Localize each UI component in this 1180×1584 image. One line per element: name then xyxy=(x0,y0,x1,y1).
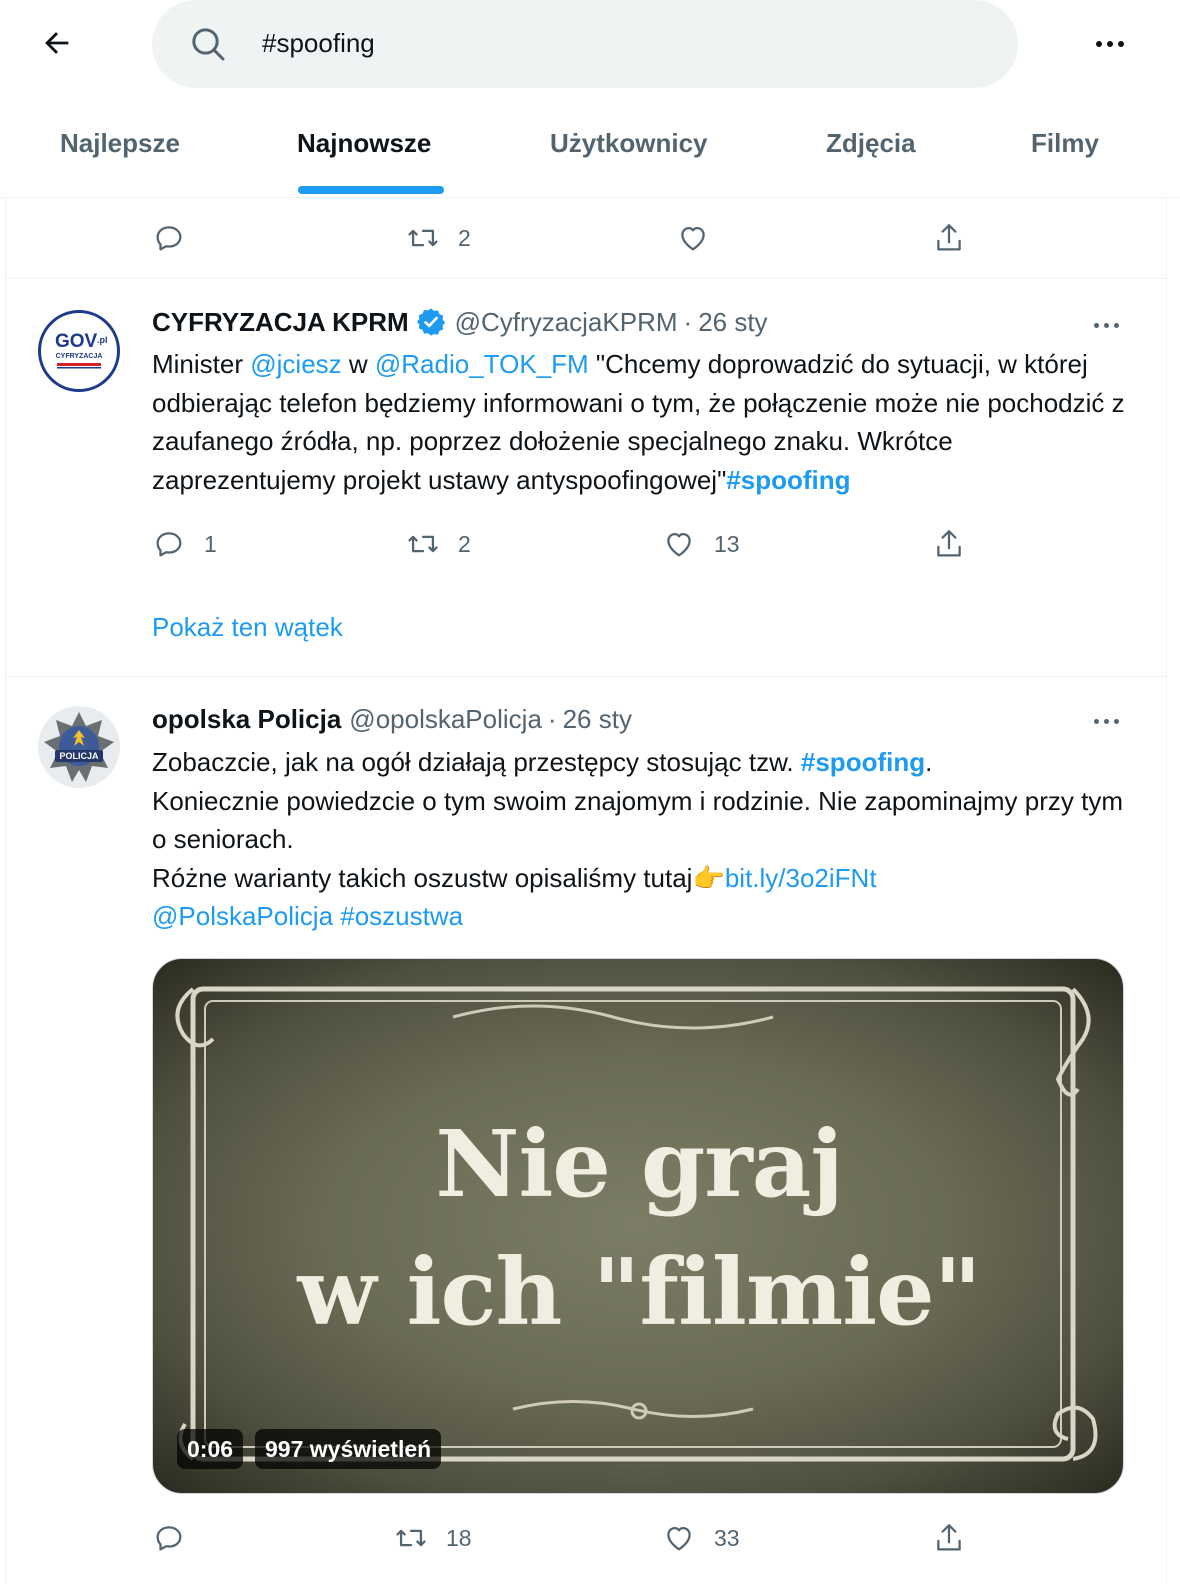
share-button[interactable] xyxy=(932,1516,966,1560)
reply-button[interactable] xyxy=(152,1516,186,1560)
share-button[interactable] xyxy=(932,216,966,260)
retweet-icon xyxy=(396,1529,426,1547)
svg-text:GOV: GOV xyxy=(55,331,98,352)
verified-badge-icon xyxy=(416,308,445,336)
police-star-logo: POLICJA xyxy=(44,712,114,782)
reply-icon xyxy=(156,226,182,251)
active-tab-indicator xyxy=(298,186,444,194)
hashtag-link[interactable]: #spoofing xyxy=(726,465,850,495)
separator: · xyxy=(683,306,693,337)
share-button[interactable] xyxy=(932,522,966,566)
share-icon xyxy=(937,1524,961,1551)
tweet-more-button[interactable] xyxy=(1086,310,1126,340)
search-header: Najlepsze Najnowsze Użytkownicy Zdjęcia … xyxy=(0,0,1180,198)
tweet-divider xyxy=(5,278,1167,279)
tweet-text: Minister @jciesz w @Radio_TOK_FM "Chcemy… xyxy=(152,349,1125,495)
search-input[interactable] xyxy=(262,22,962,64)
url-link[interactable]: bit.ly/3o2iFNt xyxy=(725,863,877,893)
author-name[interactable]: CYFRYZACJA KPRM xyxy=(152,307,409,338)
tweet-more-button[interactable] xyxy=(1086,706,1126,736)
video-views: 997 wyświetleń xyxy=(255,1429,442,1469)
like-button[interactable]: 33 xyxy=(662,1516,740,1560)
like-button[interactable] xyxy=(676,216,710,260)
search-icon xyxy=(192,28,225,61)
retweet-button[interactable]: 2 xyxy=(406,522,471,566)
tweet-actions: 2 xyxy=(0,216,1180,260)
video-duration: 0:06 xyxy=(177,1429,244,1469)
hashtag-link[interactable]: #spoofing xyxy=(801,747,925,777)
like-count: 33 xyxy=(714,1524,740,1551)
heart-icon xyxy=(667,532,691,557)
reply-count: 1 xyxy=(204,530,217,557)
back-button[interactable] xyxy=(36,22,78,64)
avatar-opolska-policja[interactable]: POLICJA xyxy=(38,706,120,788)
like-count: 13 xyxy=(714,530,740,557)
tab-filmy[interactable]: Filmy xyxy=(1031,116,1099,198)
hashtag-link[interactable]: #oszustwa xyxy=(340,901,463,931)
more-icon xyxy=(1093,322,1119,328)
mention-link[interactable]: @Radio_TOK_FM xyxy=(375,349,589,379)
retweet-count: 18 xyxy=(446,1524,472,1551)
heart-icon xyxy=(681,226,705,251)
reply-button[interactable] xyxy=(152,216,186,260)
like-button[interactable]: 13 xyxy=(662,522,740,566)
svg-text:POLICJA: POLICJA xyxy=(59,751,99,761)
more-icon xyxy=(1093,718,1119,724)
tweet-divider xyxy=(5,676,1167,677)
video-player[interactable]: Nie graj w ich "filmie" 0:06 997 wyświet… xyxy=(152,958,1124,1494)
reply-button[interactable]: 1 xyxy=(152,522,217,566)
tab-najlepsze[interactable]: Najlepsze xyxy=(60,116,180,198)
share-icon xyxy=(937,224,961,251)
separator: · xyxy=(547,704,557,734)
search-tabs: Najlepsze Najnowsze Użytkownicy Zdjęcia … xyxy=(0,116,1180,198)
tweet-text: Zobaczcie, jak na ogół działają przestęp… xyxy=(152,747,1124,931)
tweet-actions: 1 2 13 xyxy=(0,522,1180,566)
retweet-button[interactable]: 2 xyxy=(406,216,471,260)
svg-text:CYFRYZACJA: CYFRYZACJA xyxy=(56,353,103,360)
more-options-button[interactable] xyxy=(1088,24,1132,64)
tweet-header: opolska Policja @opolskaPolicja · 26 sty xyxy=(152,704,632,735)
avatar-cyfryzacja[interactable]: GOV .pl CYFRYZACJA xyxy=(38,310,120,392)
author-name[interactable]: opolska Policja xyxy=(152,704,341,735)
show-thread-link[interactable]: Pokaż ten wątek xyxy=(152,612,343,643)
author-handle[interactable]: @opolskaPolicja xyxy=(349,704,542,735)
mention-link[interactable]: @jciesz xyxy=(250,349,341,379)
tweet-date[interactable]: 26 sty xyxy=(698,307,767,338)
author-handle[interactable]: @CyfryzacjaKPRM xyxy=(455,307,678,338)
more-icon xyxy=(1096,41,1124,47)
tab-uzytkownicy[interactable]: Użytkownicy xyxy=(550,116,708,198)
reply-icon xyxy=(156,1526,182,1551)
retweet-icon xyxy=(408,535,438,553)
gov-pl-logo: GOV .pl CYFRYZACJA xyxy=(55,331,108,369)
mention-link[interactable]: @PolskaPolicja xyxy=(152,901,333,931)
video-title-line-1: Nie graj xyxy=(435,1110,843,1218)
reply-icon xyxy=(156,532,182,557)
arrow-left-icon xyxy=(45,32,69,54)
tweet-header: CYFRYZACJA KPRM @CyfryzacjaKPRM · 26 sty xyxy=(152,306,768,338)
share-icon xyxy=(937,530,961,557)
video-title-line-2: w ich "filmie" xyxy=(297,1238,981,1346)
tweet-date[interactable]: 26 sty xyxy=(563,704,632,735)
heart-icon xyxy=(667,1526,691,1551)
retweet-count: 2 xyxy=(458,530,471,557)
tweet-actions: 18 33 xyxy=(0,1516,1180,1560)
tab-zdjecia[interactable]: Zdjęcia xyxy=(826,116,916,198)
pointing-hand-emoji: 👉 xyxy=(692,862,725,893)
retweet-count: 2 xyxy=(458,224,471,251)
retweet-icon xyxy=(408,229,438,247)
retweet-button[interactable]: 18 xyxy=(394,1516,472,1560)
svg-text:.pl: .pl xyxy=(97,335,108,345)
